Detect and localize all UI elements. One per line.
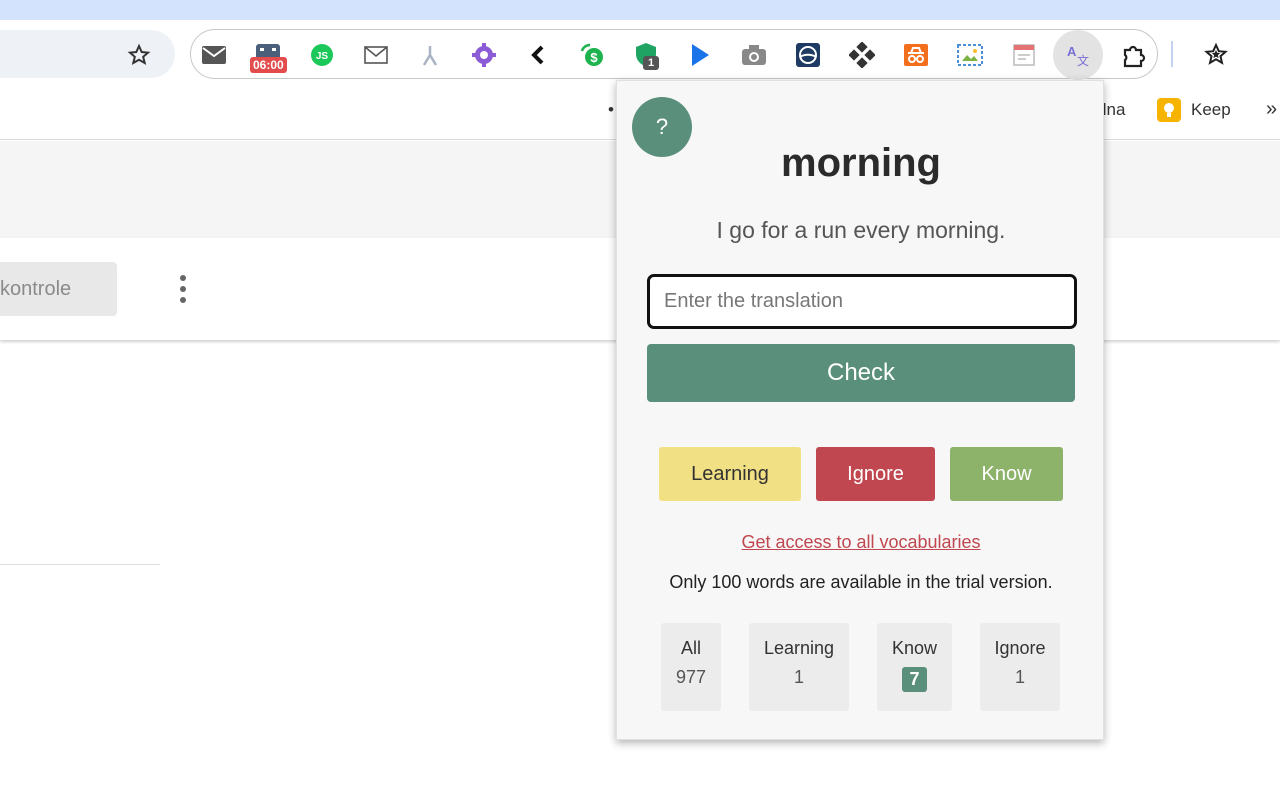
extensions-toolbar: 06:00 JS $ 1 A 文 bbox=[190, 29, 1158, 80]
stat-learning-label: Learning bbox=[763, 638, 835, 658]
money-icon[interactable]: $ bbox=[577, 40, 607, 70]
vocabulary-popup: ? morning I go for a run every morning. … bbox=[616, 80, 1104, 740]
bookmark-fragment-left[interactable]: • bbox=[608, 100, 614, 120]
learning-button[interactable]: Learning bbox=[659, 447, 801, 501]
extensions-puzzle-icon[interactable] bbox=[1119, 40, 1149, 70]
envelope-icon[interactable] bbox=[361, 40, 391, 70]
image-icon[interactable] bbox=[955, 40, 985, 70]
notes-icon[interactable] bbox=[1009, 40, 1039, 70]
stat-know-value: 7 bbox=[902, 667, 927, 692]
stat-all-value: 977 bbox=[675, 667, 707, 687]
stat-learning[interactable]: Learning 1 bbox=[749, 623, 849, 711]
bookmarks-overflow-chevron-icon[interactable]: » bbox=[1266, 98, 1277, 121]
puzzle-pattern-icon[interactable] bbox=[847, 40, 877, 70]
fork-icon[interactable] bbox=[415, 40, 445, 70]
svg-text:文: 文 bbox=[1077, 53, 1089, 67]
translate-icon[interactable]: A文 bbox=[1053, 30, 1103, 80]
incognito-icon[interactable] bbox=[901, 40, 931, 70]
kontrole-button[interactable]: kontrole bbox=[0, 262, 117, 316]
calendar-icon[interactable]: 06:00 bbox=[250, 40, 287, 73]
shield-icon[interactable]: 1 bbox=[631, 40, 661, 70]
gear-icon[interactable] bbox=[469, 40, 499, 70]
mail-icon[interactable] bbox=[199, 40, 229, 70]
stat-know-label: Know bbox=[891, 638, 938, 658]
stat-all-label: All bbox=[680, 638, 701, 658]
chevron-left-icon[interactable] bbox=[523, 40, 553, 70]
cursor-icon[interactable] bbox=[685, 40, 715, 70]
bookmarks-star-icon[interactable] bbox=[1200, 39, 1232, 71]
stat-learning-value: 1 bbox=[793, 667, 804, 687]
svg-text:A: A bbox=[1067, 44, 1077, 59]
stat-ignore-label: Ignore bbox=[994, 638, 1046, 658]
ring-icon[interactable] bbox=[793, 40, 823, 70]
bookmark-keep-label: Keep bbox=[1191, 100, 1231, 119]
toolbar-divider bbox=[1171, 41, 1173, 67]
bookmark-keep[interactable]: Keep bbox=[1157, 98, 1231, 122]
js-icon[interactable]: JS bbox=[307, 40, 337, 70]
stat-know[interactable]: Know 7 bbox=[877, 623, 952, 711]
know-button[interactable]: Know bbox=[950, 447, 1063, 501]
vocabulary-word: morning bbox=[781, 141, 941, 185]
stat-ignore-value: 1 bbox=[1014, 667, 1025, 687]
ignore-button[interactable]: Ignore bbox=[816, 447, 935, 501]
alarm-time-badge: 06:00 bbox=[250, 57, 287, 73]
svg-text:JS: JS bbox=[316, 51, 329, 62]
window-top-strip bbox=[0, 0, 1280, 20]
stat-ignore[interactable]: Ignore 1 bbox=[980, 623, 1060, 711]
keep-icon bbox=[1157, 98, 1181, 122]
page-divider bbox=[0, 564, 160, 565]
more-options-icon[interactable] bbox=[172, 274, 194, 304]
shield-count-badge: 1 bbox=[643, 56, 660, 70]
svg-text:$: $ bbox=[590, 50, 598, 65]
check-button[interactable]: Check bbox=[647, 344, 1075, 402]
example-sentence: I go for a run every morning. bbox=[716, 217, 1006, 243]
translation-input[interactable] bbox=[647, 274, 1077, 329]
get-access-link[interactable]: Get access to all vocabularies bbox=[617, 532, 1105, 553]
stat-all[interactable]: All 977 bbox=[661, 623, 721, 711]
bookmark-page-star-icon[interactable] bbox=[124, 40, 154, 70]
camera-icon[interactable] bbox=[739, 40, 769, 70]
trial-note: Only 100 words are available in the tria… bbox=[669, 572, 1053, 592]
